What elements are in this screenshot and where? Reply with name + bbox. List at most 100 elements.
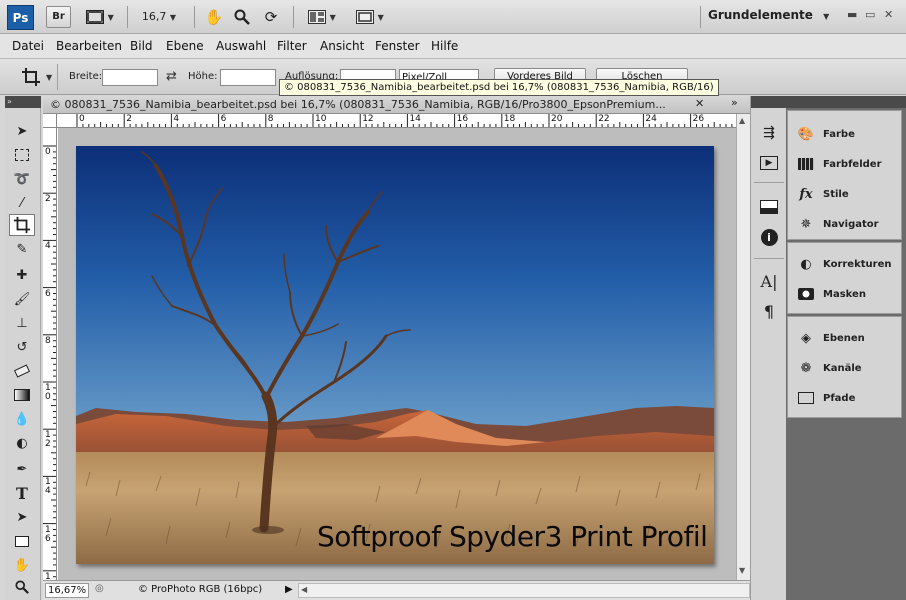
hand-tool-button[interactable]: ✋ [202,6,226,28]
gradient-tool[interactable] [9,384,35,406]
scroll-down-icon[interactable]: ▼ [739,566,745,575]
clone-stamp-tool[interactable]: ⊥ [9,312,35,334]
play-icon: ▶ [760,156,778,170]
ruler-origin[interactable] [43,114,57,128]
width-input[interactable] [102,69,158,86]
menu-bild[interactable]: Bild [130,39,153,53]
panel-kanaele[interactable]: ❁ Kanäle [796,358,862,378]
panel-masken[interactable]: Masken [796,284,866,304]
actions-panel-button[interactable]: ▶ [758,152,780,174]
eraser-tool[interactable] [9,360,35,382]
menu-ansicht[interactable]: Ansicht [320,39,364,53]
panels-dock-header[interactable] [786,96,906,108]
scroll-up-icon[interactable]: ▲ [739,116,745,125]
lasso-tool[interactable]: ➰ [9,168,35,190]
horizontal-scrollbar[interactable]: ◀ [298,583,750,598]
panel-farbe[interactable]: 🎨 Farbe [796,124,855,144]
height-input[interactable] [220,69,276,86]
layers-icon: ◈ [801,330,811,346]
info-panel-button[interactable]: i [758,226,780,248]
dodge-tool[interactable]: ◐ [9,432,35,454]
document-tab[interactable]: © 080831_7536_Namibia_bearbeitet.psd bei… [43,96,750,114]
ruler-label: 1 6 [45,524,51,544]
pen-icon: ✒ [16,461,28,477]
application-bar: Ps Br ▼ 16,7 ▼ ✋ ⟳ ▼ ▼ Grundelemente ▼ ▬… [0,0,906,34]
quick-selection-tool[interactable]: ⁄ [9,192,35,214]
crop-tool[interactable] [9,214,35,236]
ruler-label: 18 [503,114,516,124]
character-panel-button[interactable]: A| [758,270,780,292]
marquee-tool[interactable] [9,144,35,166]
path-selection-icon: ➤ [16,509,28,525]
history-brush-tool[interactable]: ↺ [9,336,35,358]
photoshop-logo: Ps [7,5,34,30]
healing-brush-tool[interactable]: ✚ [9,264,35,286]
zoom-level-dropdown[interactable]: 16,7 ▼ [134,6,184,28]
panel-ebenen[interactable]: ◈ Ebenen [796,328,865,348]
ruler-label: 8 [45,335,51,346]
status-icon[interactable]: ◎ [95,583,104,594]
zoom-icon [15,580,29,594]
photoshop-window: Ps Br ▼ 16,7 ▼ ✋ ⟳ ▼ ▼ Grundelemente ▼ ▬… [0,0,906,600]
zoom-percentage-field[interactable]: 16,67% [45,583,89,598]
swap-icon[interactable]: ⇄ [166,69,177,84]
document-tooltip: © 080831_7536_Namibia_bearbeitet.psd bei… [279,79,719,96]
minimize-button[interactable]: ▬ [847,8,857,21]
styles-icon: fx [799,186,813,202]
zoom-tool[interactable] [9,576,35,598]
shape-tool[interactable] [9,530,35,552]
histogram-panel-button[interactable] [758,196,780,218]
panel-pfade[interactable]: Pfade [796,388,855,408]
rotate-view-button[interactable]: ⟳ [258,6,284,28]
screen-mode-button[interactable]: ▼ [350,6,390,28]
channels-icon: ❁ [800,360,812,376]
close-window-button[interactable]: ✕ [884,8,893,21]
maximize-button[interactable]: ▭ [865,8,875,21]
workspace-switcher[interactable]: Grundelemente ▼ [708,8,829,22]
ruler-label: 20 [551,114,563,124]
menu-bearbeiten[interactable]: Bearbeiten [56,39,122,53]
close-document-button[interactable]: ✕ [695,97,704,110]
panels-dock: 🎨 Farbe Farbfelder fx Stile ✵ Navigator ◐ Ko… [786,96,906,600]
bandage-icon: ✚ [16,267,28,283]
bridge-button[interactable]: Br [46,6,71,28]
panel-stile[interactable]: fx Stile [796,184,848,204]
brush-tool[interactable]: 🖌 [9,288,35,310]
history-panel-button[interactable]: ⇶ [758,122,780,144]
panel-farbfelder[interactable]: Farbfelder [796,154,882,174]
divider [754,182,784,183]
hand-tool[interactable]: ✋ [9,554,35,576]
panel-korrekturen[interactable]: ◐ Korrekturen [796,254,891,274]
menu-datei[interactable]: Datei [12,39,44,53]
menu-ebene[interactable]: Ebene [166,39,204,53]
menu-hilfe[interactable]: Hilfe [431,39,458,53]
menu-filter[interactable]: Filter [277,39,307,53]
mini-bridge-button[interactable]: ▼ [82,6,118,28]
panel-navigator[interactable]: ✵ Navigator [796,214,879,234]
menu-auswahl[interactable]: Auswahl [216,39,266,53]
paragraph-panel-button[interactable]: ¶ [758,300,780,322]
stamp-icon: ⊥ [16,315,28,331]
menu-fenster[interactable]: Fenster [375,39,420,53]
ruler-label: 6 [220,114,227,124]
vertical-scrollbar[interactable]: ▲ ▼ [736,114,750,580]
type-tool[interactable]: T [9,482,35,504]
scroll-left-icon[interactable]: ◀ [301,585,307,594]
dock-header[interactable] [751,96,787,108]
path-selection-tool[interactable]: ➤ [9,506,35,528]
zoom-tool-button[interactable] [230,6,254,28]
tool-preset-picker[interactable]: ▼ [8,64,58,90]
horizontal-ruler[interactable]: 0 2 4 6 8 10 12 14 16 18 20 22 24 26 [57,114,736,128]
more-documents-button[interactable]: » [731,96,738,109]
vertical-ruler[interactable]: 0 2 4 6 8 1 0 1 2 1 4 1 6 1 8 [43,128,57,580]
palette-icon: 🎨 [797,126,815,142]
blur-tool[interactable]: 💧 [9,408,35,430]
tools-panel-header[interactable]: » [5,96,41,108]
arrange-documents-button[interactable]: ▼ [302,6,342,28]
move-tool[interactable]: ➤ [9,120,35,142]
eyedropper-tool[interactable]: ✎ [9,238,35,260]
canvas-area[interactable]: Softproof Spyder3 Print Profil [58,128,736,580]
status-menu-arrow-icon[interactable]: ▶ [285,584,293,595]
softproof-overlay-text: Softproof Spyder3 Print Profil [317,520,708,553]
pen-tool[interactable]: ✒ [9,458,35,480]
